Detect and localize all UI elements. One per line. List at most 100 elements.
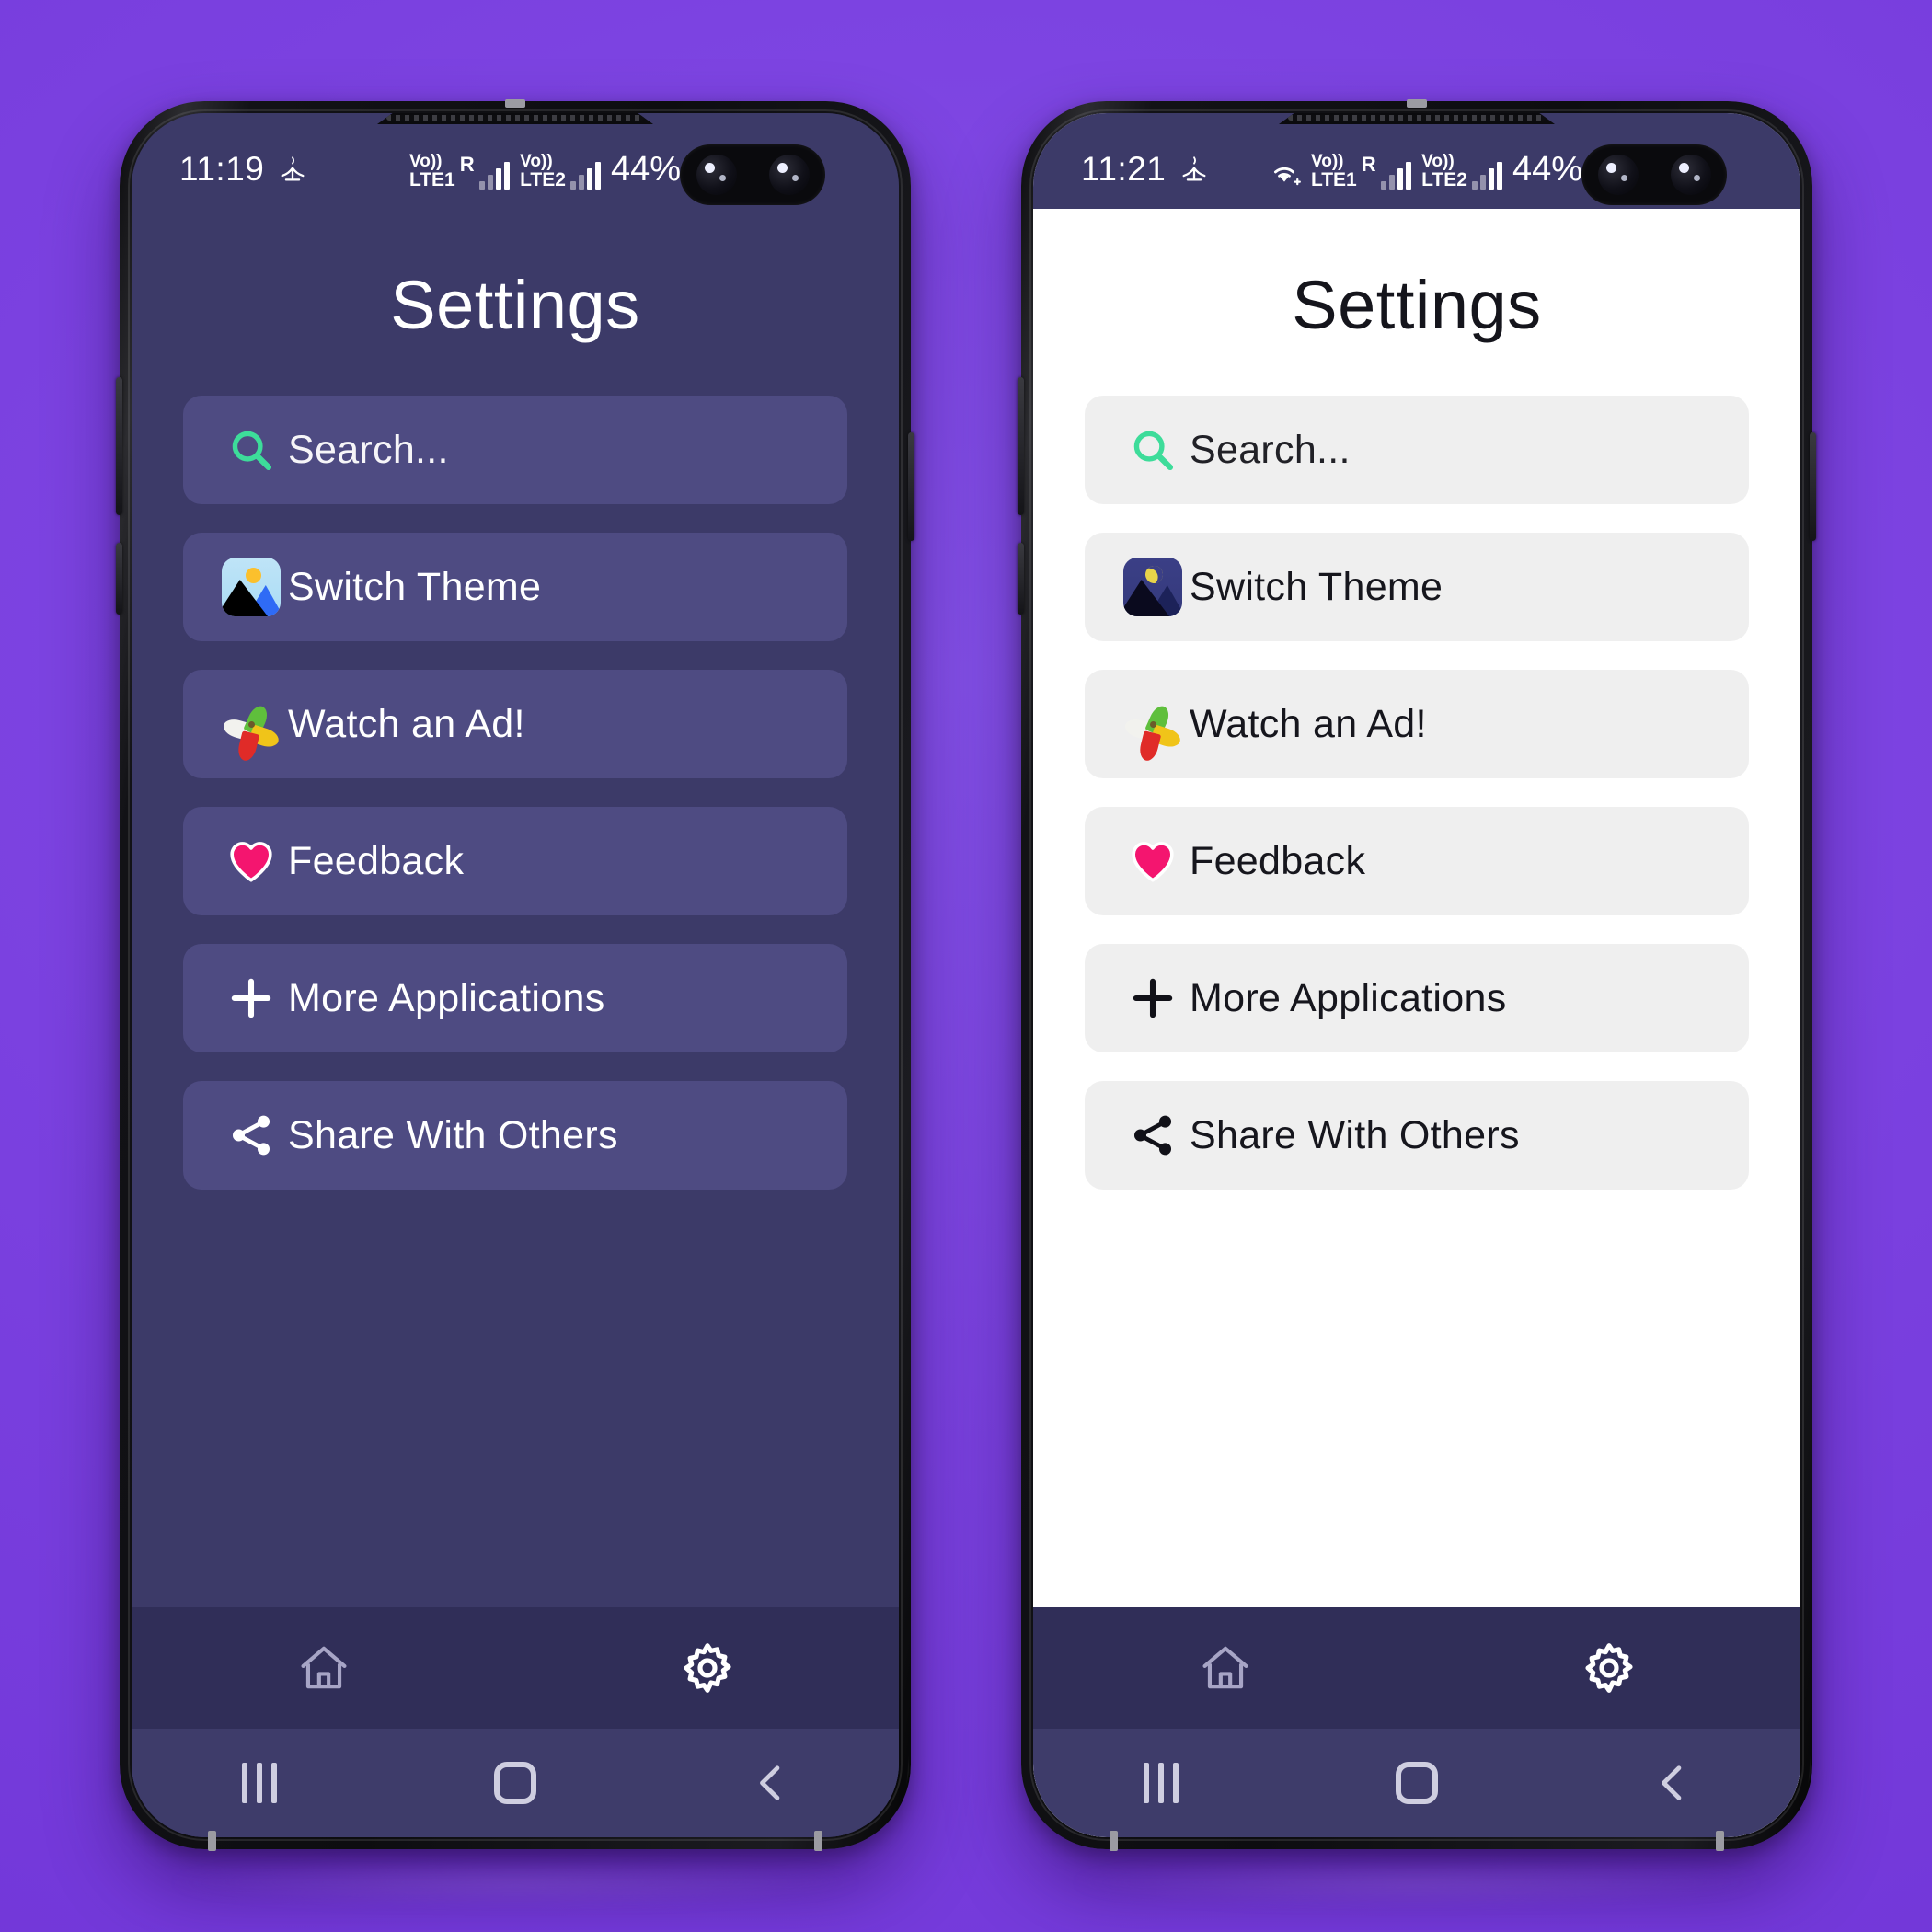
nav-settings-button[interactable]: [515, 1639, 899, 1696]
nav-home-button[interactable]: [1033, 1639, 1417, 1696]
search-placeholder-text: Search...: [288, 427, 449, 472]
home-icon: [1202, 1646, 1248, 1689]
sim2-volte-label: Vo)): [520, 151, 553, 171]
status-clock: 11:21: [1081, 150, 1167, 188]
page-title: Settings: [1292, 267, 1542, 343]
more-applications-label: More Applications: [288, 975, 605, 1020]
roaming-indicator: R: [459, 152, 476, 176]
home-icon: [300, 1646, 347, 1689]
watch-ad-label: Watch an Ad!: [288, 701, 525, 746]
sim2-signal-bars: [569, 161, 601, 190]
status-bar-left: 11:19: [179, 150, 308, 189]
more-applications-row[interactable]: More Applications: [183, 944, 847, 1052]
volume-button[interactable]: [116, 377, 122, 515]
antenna-mark: [505, 99, 525, 108]
android-system-nav: [132, 1729, 899, 1837]
sim2-indicator: Vo)) LTE2: [520, 153, 601, 190]
status-bar-right: Vo)) LTE1 R Vo)) LTE2 44%: [1268, 150, 1616, 190]
screenshot-stage: 11:19 Vo)) LTE1 R Vo)) LTE2 44% Settings…: [0, 0, 1932, 1932]
back-button[interactable]: [643, 1759, 899, 1807]
back-button[interactable]: [1545, 1759, 1800, 1807]
share-icon: [214, 1110, 288, 1160]
recents-button[interactable]: [132, 1763, 387, 1803]
sim2-signal-bars: [1471, 161, 1502, 190]
switch-theme-row[interactable]: Switch Theme: [183, 533, 847, 641]
moon-icon: [1143, 563, 1166, 586]
home-square-icon: [494, 1762, 536, 1804]
more-applications-label: More Applications: [1190, 975, 1507, 1020]
front-camera-cutout: [680, 144, 825, 205]
camera-lens: [1670, 155, 1711, 195]
battery-percentage: 44%: [1512, 149, 1582, 189]
search-row[interactable]: Search...: [183, 396, 847, 504]
antenna-mark: [208, 1831, 216, 1851]
wifi-icon: [1273, 167, 1301, 185]
watch-ad-row[interactable]: Watch an Ad!: [1085, 670, 1749, 778]
settings-app-left: Settings Search... Switch Theme Watch an…: [132, 209, 899, 1837]
system-home-button[interactable]: [1289, 1762, 1545, 1804]
sim1-network-label: LTE1: [408, 168, 455, 190]
status-clock: 11:19: [179, 150, 265, 188]
watch-ad-row[interactable]: Watch an Ad!: [183, 670, 847, 778]
sim1-network-label: LTE1: [1310, 168, 1357, 190]
share-icon: [1116, 1110, 1190, 1160]
more-applications-row[interactable]: More Applications: [1085, 944, 1749, 1052]
settings-list: Search... Switch Theme Watch an Ad! Feed…: [1033, 396, 1800, 1190]
earpiece-speaker: [377, 113, 653, 124]
sim1-indicator: Vo)) LTE1 R: [1310, 151, 1412, 190]
settings-list: Search... Switch Theme Watch an Ad! Feed…: [132, 396, 899, 1190]
recents-button[interactable]: [1033, 1763, 1289, 1803]
status-bar-right: Vo)) LTE1 R Vo)) LTE2 44%: [409, 150, 715, 190]
antenna-mark: [1716, 1831, 1724, 1851]
back-icon: [1662, 1765, 1682, 1800]
share-label: Share With Others: [288, 1112, 618, 1157]
sim1-signal-bars: [1381, 161, 1412, 190]
sim2-indicator: Vo)) LTE2: [1421, 153, 1502, 190]
front-camera-cutout: [1581, 144, 1727, 205]
sim2-network-label: LTE2: [520, 168, 566, 190]
heart-icon: [214, 834, 288, 888]
feedback-label: Feedback: [288, 838, 465, 883]
app-bottom-nav: [132, 1607, 899, 1729]
assistant-button[interactable]: [116, 543, 122, 615]
plus-icon: [1116, 972, 1190, 1024]
search-placeholder-text: Search...: [1190, 427, 1351, 472]
assistant-button[interactable]: [1018, 543, 1024, 615]
search-icon: [1116, 425, 1190, 475]
power-button[interactable]: [908, 432, 914, 541]
nav-settings-button[interactable]: [1417, 1639, 1800, 1696]
theme-image-icon: [214, 558, 288, 616]
antenna-mark: [1110, 1831, 1118, 1851]
sim2-network-label: LTE2: [1421, 168, 1467, 190]
nav-home-button[interactable]: [132, 1639, 515, 1696]
recents-icon: [1144, 1763, 1179, 1803]
pinwheel-ad-icon: [1116, 694, 1190, 763]
earpiece-speaker: [1279, 113, 1555, 124]
pinwheel-ad-icon: [214, 694, 288, 763]
camera-lens: [768, 155, 810, 195]
search-row[interactable]: Search...: [1085, 396, 1749, 504]
camera-lens: [1597, 155, 1639, 195]
phone-screen-left: 11:19 Vo)) LTE1 R Vo)) LTE2 44% Settings…: [132, 113, 899, 1837]
antenna-mark: [814, 1831, 822, 1851]
sim1-volte-label: Vo)): [1310, 151, 1344, 171]
feedback-row[interactable]: Feedback: [183, 807, 847, 915]
android-system-nav: [1033, 1729, 1800, 1837]
switch-theme-label: Switch Theme: [1190, 564, 1443, 609]
status-bar-left: 11:21: [1081, 150, 1210, 189]
sim1-signal-bars: [479, 161, 511, 190]
phone-shadow-right: [1067, 1858, 1766, 1906]
volume-button[interactable]: [1018, 377, 1024, 515]
sim2-volte-label: Vo)): [1421, 151, 1455, 171]
share-row[interactable]: Share With Others: [183, 1081, 847, 1190]
system-home-button[interactable]: [387, 1762, 643, 1804]
share-row[interactable]: Share With Others: [1085, 1081, 1749, 1190]
feedback-row[interactable]: Feedback: [1085, 807, 1749, 915]
theme-image-icon: [1116, 558, 1190, 616]
switch-theme-row[interactable]: Switch Theme: [1085, 533, 1749, 641]
sun-icon: [246, 568, 261, 583]
home-square-icon: [1396, 1762, 1438, 1804]
no-sim-cross-icon: [281, 156, 305, 181]
power-button[interactable]: [1810, 432, 1816, 541]
roaming-indicator: R: [1361, 152, 1377, 176]
